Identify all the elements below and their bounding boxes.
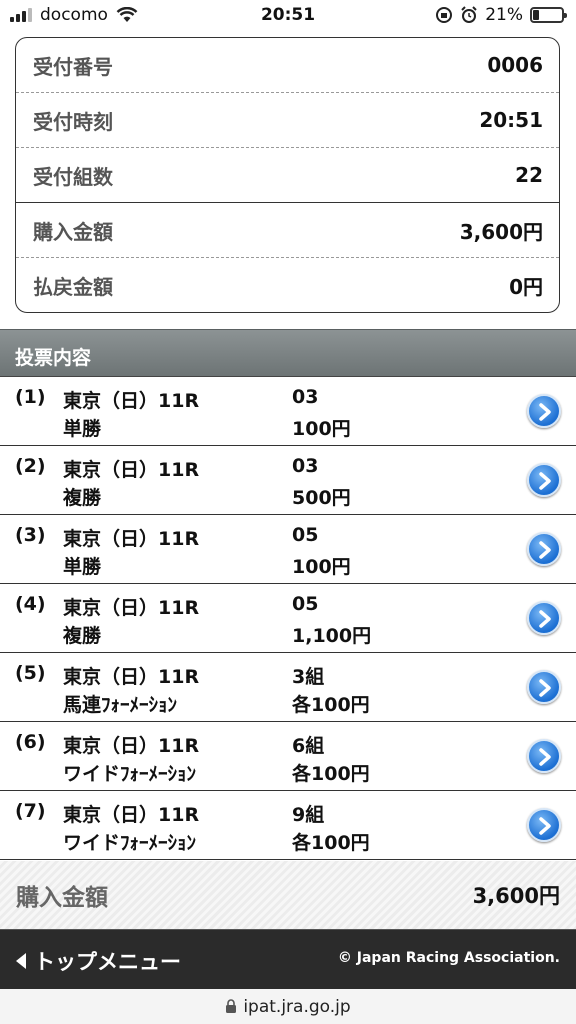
bet-number: (6)	[15, 731, 46, 753]
bet-race: 東京（日）11R	[63, 459, 200, 481]
bet-amount: 各100円	[292, 832, 370, 854]
bet-amount: 100円	[292, 418, 351, 440]
bet-type: 馬連ﾌｫｰﾒｰｼｮﾝ	[63, 694, 178, 716]
bet-amount: 500円	[292, 487, 351, 509]
bet-selection: 6組	[292, 735, 325, 757]
bet-race: 東京（日）11R	[63, 735, 200, 757]
summary-row-combination-count: 受付組数 22	[16, 148, 559, 203]
bet-selection: 9組	[292, 804, 325, 826]
bet-amount: 100円	[292, 556, 351, 578]
bet-number: (3)	[15, 524, 46, 546]
summary-label: 購入金額	[33, 219, 113, 244]
summary-row-receipt-time: 受付時刻 20:51	[16, 93, 559, 148]
bet-selection: 05	[292, 593, 319, 615]
summary-value: 20:51	[479, 108, 543, 132]
chevron-right-icon[interactable]	[527, 532, 561, 566]
battery-percent: 21%	[485, 5, 523, 25]
bet-type: 複勝	[63, 625, 102, 647]
top-menu-link[interactable]: トップメニュー	[14, 946, 181, 976]
summary-row-refund-amount: 払戻金額 0円	[16, 258, 559, 312]
bet-row-2[interactable]: (2) 東京（日）11R 複勝 03 500円	[0, 446, 576, 515]
bet-row-1[interactable]: (1) 東京（日）11R 単勝 03 100円	[0, 377, 576, 446]
bet-number: (1)	[15, 386, 46, 408]
bet-type: ワイドﾌｫｰﾒｰｼｮﾝ	[63, 832, 197, 854]
summary-value: 22	[515, 163, 543, 187]
bet-race: 東京（日）11R	[63, 390, 200, 412]
alarm-icon	[461, 6, 477, 23]
bet-row-5[interactable]: (5) 東京（日）11R 馬連ﾌｫｰﾒｰｼｮﾝ 3組 各100円	[0, 653, 576, 722]
bet-race: 東京（日）11R	[63, 528, 200, 550]
bet-type: 単勝	[63, 418, 102, 440]
lock-icon	[226, 999, 237, 1013]
bet-row-6[interactable]: (6) 東京（日）11R ワイドﾌｫｰﾒｰｼｮﾝ 6組 各100円	[0, 722, 576, 791]
browser-url-bar[interactable]: ipat.jra.go.jp	[0, 989, 576, 1024]
summary-row-receipt-number: 受付番号 0006	[16, 38, 559, 93]
summary-value: 0円	[509, 275, 543, 299]
bet-race: 東京（日）11R	[63, 597, 200, 619]
bet-row-3[interactable]: (3) 東京（日）11R 単勝 05 100円	[0, 515, 576, 584]
chevron-right-icon[interactable]	[527, 394, 561, 428]
section-title-bet-details: 投票内容	[0, 329, 576, 377]
bet-type: 単勝	[63, 556, 102, 578]
bet-amount: 1,100円	[292, 625, 372, 647]
bet-row-7[interactable]: (7) 東京（日）11R ワイドﾌｫｰﾒｰｼｮﾝ 9組 各100円	[0, 791, 576, 860]
bet-race: 東京（日）11R	[63, 804, 200, 826]
bet-selection: 05	[292, 524, 319, 546]
orientation-lock-icon	[436, 7, 453, 23]
bet-selection: 3組	[292, 666, 325, 688]
bet-selection: 03	[292, 455, 319, 477]
summary-label: 払戻金額	[33, 275, 113, 299]
bet-number: (2)	[15, 455, 46, 477]
footer-bar: トップメニュー © Japan Racing Association.	[0, 929, 576, 989]
status-right: 21%	[435, 5, 567, 25]
summary-value: 3,600円	[459, 219, 543, 244]
status-bar: docomo 20:51 21%	[0, 0, 576, 34]
receipt-summary-card: 受付番号 0006 受付時刻 20:51 受付組数 22 購入金額 3,600円…	[15, 37, 560, 313]
total-purchase-bar: 購入金額 3,600円	[0, 861, 576, 929]
bet-type: ワイドﾌｫｰﾒｰｼｮﾝ	[63, 763, 197, 785]
copyright-text: © Japan Racing Association.	[337, 950, 560, 966]
triangle-left-icon	[16, 953, 26, 969]
bet-amount: 各100円	[292, 763, 370, 785]
summary-label: 受付組数	[33, 164, 113, 189]
summary-row-purchase-amount: 購入金額 3,600円	[16, 203, 559, 258]
chevron-right-icon[interactable]	[527, 601, 561, 635]
bet-list: (1) 東京（日）11R 単勝 03 100円 (2) 東京（日）11R 複勝 …	[0, 377, 576, 860]
bet-row-4[interactable]: (4) 東京（日）11R 複勝 05 1,100円	[0, 584, 576, 653]
chevron-right-icon[interactable]	[527, 463, 561, 497]
total-value: 3,600円	[472, 884, 560, 908]
chevron-right-icon[interactable]	[527, 808, 561, 842]
chevron-right-icon[interactable]	[527, 739, 561, 773]
top-menu-label: トップメニュー	[34, 950, 181, 974]
bet-number: (4)	[15, 593, 46, 615]
bet-race: 東京（日）11R	[63, 666, 200, 688]
summary-label: 受付時刻	[33, 109, 113, 134]
bet-number: (5)	[15, 662, 46, 684]
bet-amount: 各100円	[292, 694, 370, 716]
bet-selection: 03	[292, 386, 319, 408]
chevron-right-icon[interactable]	[527, 670, 561, 704]
bet-type: 複勝	[63, 487, 102, 509]
bet-number: (7)	[15, 800, 46, 822]
battery-icon	[530, 7, 567, 23]
url-text: ipat.jra.go.jp	[243, 996, 351, 1017]
total-label: 購入金額	[16, 885, 108, 911]
summary-label: 受付番号	[33, 54, 113, 79]
summary-value: 0006	[487, 53, 543, 77]
